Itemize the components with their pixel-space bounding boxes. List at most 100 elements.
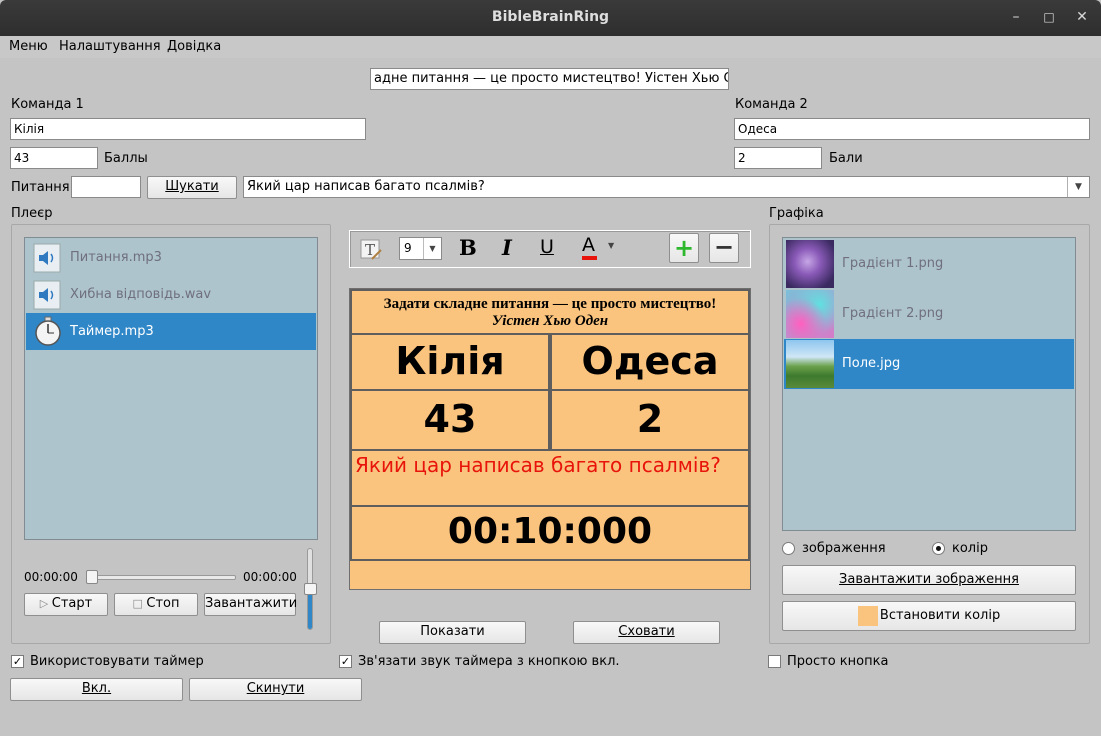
bold-icon[interactable]: B	[459, 235, 477, 260]
font-size-value: 9	[404, 241, 412, 255]
play-icon: ▷	[39, 597, 52, 610]
chevron-down-icon[interactable]: ▼	[1067, 177, 1089, 197]
show-button[interactable]: Показати	[379, 621, 526, 644]
reset-button[interactable]: Скинути	[189, 678, 362, 701]
scoreboard-quote-author: Уістен Хью Оден	[491, 313, 609, 329]
simple-button-checkbox[interactable]	[768, 655, 781, 668]
underline-icon[interactable]: U	[540, 236, 554, 258]
speaker-icon	[33, 280, 61, 310]
player-file-list[interactable]: Питання.mp3 Хибна відповідь.wav Таймер.m…	[24, 237, 318, 540]
time-start: 00:00:00	[24, 570, 78, 584]
radio-color[interactable]	[932, 542, 945, 555]
menu-help[interactable]: Довідка	[167, 39, 221, 54]
team1-label: Команда 1	[11, 97, 84, 112]
stop-button[interactable]: □ Стоп	[114, 593, 198, 616]
list-item[interactable]: Питання.mp3	[26, 239, 316, 276]
player-label: Плеєр	[11, 206, 53, 221]
hide-button-label: Сховати	[618, 624, 675, 639]
scoreboard-preview: Задати складне питання — це просто мисте…	[349, 288, 751, 590]
graphics-label: Графіка	[769, 206, 824, 221]
question-number-input[interactable]	[71, 176, 141, 198]
close-icon[interactable]: ✕	[1073, 8, 1091, 26]
scoreboard-team2: Одеса	[550, 333, 750, 391]
maximize-icon[interactable]: □	[1040, 8, 1058, 26]
minimize-icon[interactable]: –	[1007, 8, 1025, 26]
gradient2-thumbnail	[786, 290, 834, 338]
team1-score-label: Баллы	[104, 151, 148, 166]
scoreboard-team1: Кілія	[350, 333, 550, 391]
chevron-down-icon[interactable]: ▼	[608, 241, 614, 250]
file-name: Таймер.mp3	[70, 324, 154, 339]
scoreboard-score1: 43	[350, 389, 550, 451]
stopwatch-icon	[35, 316, 61, 346]
font-icon[interactable]: T	[358, 237, 384, 263]
format-toolbar: T 9 ▼ B I U A ▼ + −	[349, 230, 751, 268]
scoreboard-question: Який цар написав багато псалмів?	[350, 449, 750, 507]
list-item[interactable]: Градієнт 2.png	[784, 289, 1074, 339]
load-button[interactable]: Завантажити	[204, 593, 297, 616]
scoreboard-quote-text: Задати складне питання — це просто мисте…	[383, 296, 717, 312]
use-timer-label: Використовувати таймер	[30, 654, 204, 669]
window-title: BibleBrainRing	[491, 9, 610, 25]
list-item[interactable]: Хибна відповідь.wav	[26, 276, 316, 313]
team2-score-label: Бали	[829, 151, 863, 166]
time-slider[interactable]	[88, 575, 236, 580]
menu-bar: Меню Налаштування Довідка	[0, 36, 1101, 58]
simple-button-label: Просто кнопка	[787, 654, 889, 669]
radio-image[interactable]	[782, 542, 795, 555]
team2-label: Команда 2	[735, 97, 808, 112]
start-button-label: Старт	[51, 596, 93, 611]
stop-button-label: Стоп	[146, 596, 180, 611]
volume-handle[interactable]	[304, 583, 317, 595]
start-button[interactable]: ▷ Старт	[24, 593, 108, 616]
question-text: Який цар написав багато псалмів?	[247, 179, 485, 194]
link-sound-checkbox[interactable]: ✓	[339, 655, 352, 668]
list-item[interactable]: Градієнт 1.png	[784, 239, 1074, 289]
font-size-select[interactable]: 9 ▼	[399, 237, 442, 260]
remove-icon[interactable]: −	[709, 233, 739, 263]
quote-field[interactable]: адне питання — це просто мистецтво! Уіст…	[370, 68, 729, 90]
time-end: 00:00:00	[243, 570, 297, 584]
question-select[interactable]: Який цар написав багато псалмів? ▼	[243, 176, 1090, 198]
chevron-down-icon[interactable]: ▼	[423, 238, 441, 259]
team1-name-input[interactable]: Кілія	[10, 118, 366, 140]
on-button-label: Вкл.	[81, 681, 112, 696]
menu-main[interactable]: Меню	[9, 39, 48, 54]
gradient1-thumbnail	[786, 240, 834, 288]
stop-icon: □	[132, 597, 147, 610]
color-swatch	[857, 605, 878, 626]
menu-settings[interactable]: Налаштування	[59, 39, 161, 54]
team2-score-input[interactable]: 2	[734, 147, 822, 169]
image-name: Градієнт 1.png	[842, 256, 944, 271]
volume-level	[308, 592, 312, 629]
image-list[interactable]: Градієнт 1.png Градієнт 2.png Поле.jpg	[782, 237, 1076, 531]
list-item[interactable]: Таймер.mp3	[26, 313, 316, 350]
italic-icon[interactable]: I	[502, 235, 512, 260]
radio-color-label: колір	[952, 541, 988, 556]
load-image-button-label: Завантажити зображення	[839, 572, 1019, 587]
search-button[interactable]: Шукати	[147, 176, 237, 199]
time-slider-handle[interactable]	[86, 570, 98, 584]
field-thumbnail	[786, 340, 834, 388]
hide-button[interactable]: Сховати	[573, 621, 720, 644]
radio-dot	[936, 546, 941, 551]
text-color-icon[interactable]: A	[582, 235, 597, 260]
load-image-button[interactable]: Завантажити зображення	[782, 565, 1076, 595]
file-name: Питання.mp3	[70, 250, 162, 265]
title-bar: BibleBrainRing – □ ✕	[0, 0, 1101, 36]
use-timer-checkbox[interactable]: ✓	[11, 655, 24, 668]
scoreboard-timer: 00:10:000	[350, 505, 750, 561]
question-label: Питання	[11, 180, 70, 195]
file-name: Хибна відповідь.wav	[70, 287, 212, 302]
set-color-button-label: Встановити колір	[879, 608, 1001, 623]
team2-name-input[interactable]: Одеса	[734, 118, 1090, 140]
set-color-button[interactable]: Встановити колір	[782, 601, 1076, 631]
link-sound-label: Зв'язати звук таймера з кнопкою вкл.	[358, 654, 620, 669]
add-icon[interactable]: +	[669, 233, 699, 263]
scoreboard-score2: 2	[550, 389, 750, 451]
list-item[interactable]: Поле.jpg	[784, 339, 1074, 389]
scoreboard-quote: Задати складне питання — це просто мисте…	[350, 289, 750, 335]
image-name: Поле.jpg	[842, 356, 901, 371]
team1-score-input[interactable]: 43	[10, 147, 98, 169]
on-button[interactable]: Вкл.	[10, 678, 183, 701]
